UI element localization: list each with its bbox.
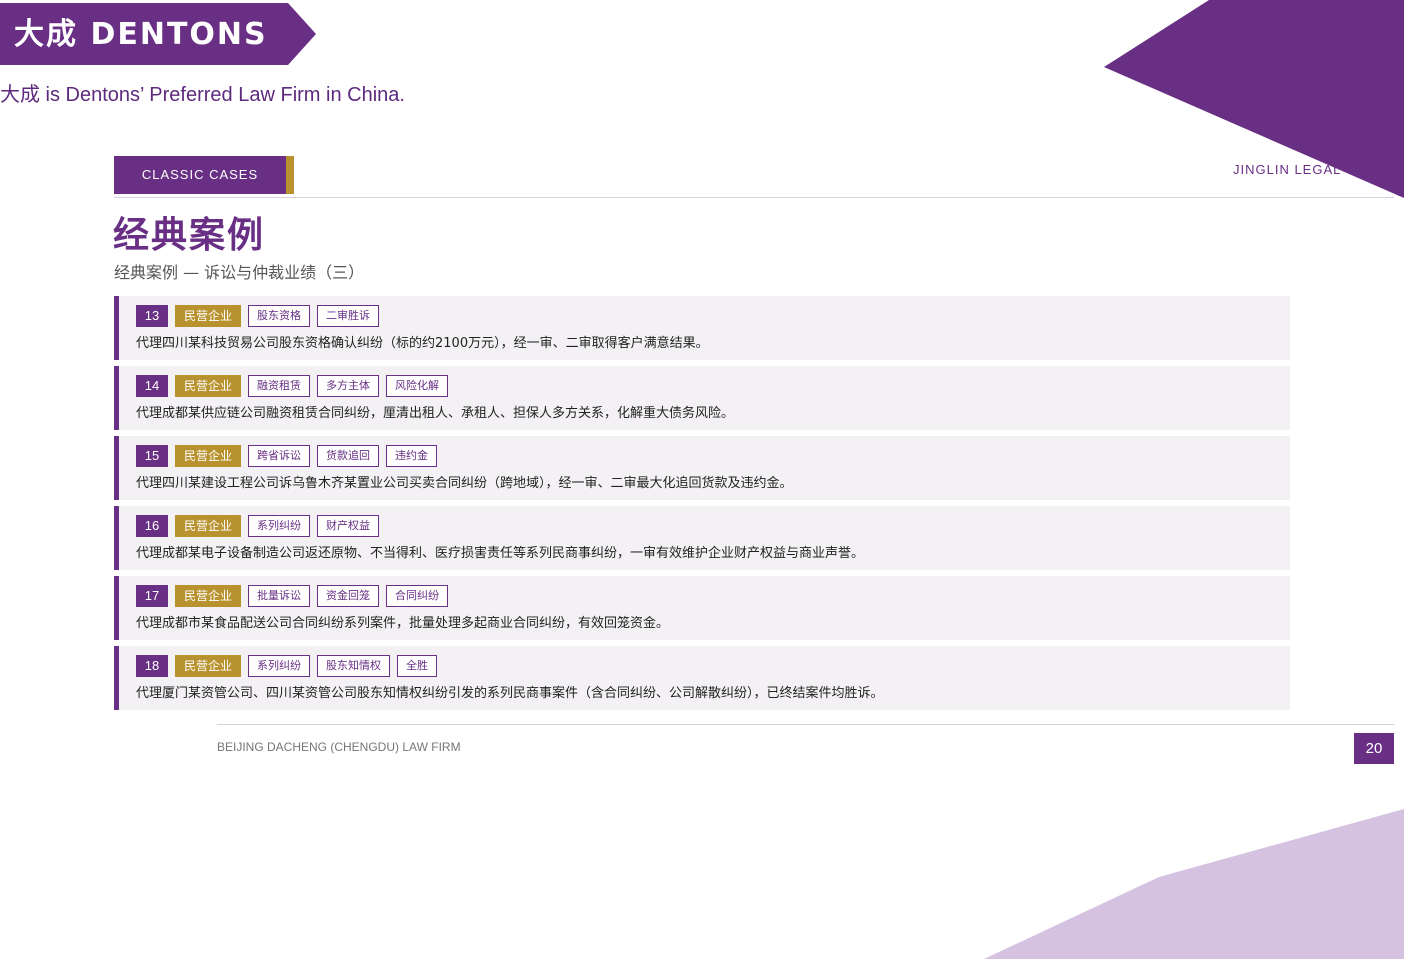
case-tag: 全胜	[397, 655, 438, 677]
case-description: 代理厦门某资管公司、四川某资管公司股东知情权纠纷引发的系列民商事案件（含合同纠纷…	[136, 686, 884, 701]
case-item: 13 民营企业 股东资格 二审胜诉 代理四川某科技贸易公司股东资格确认纠纷（标的…	[114, 296, 1290, 360]
case-number: 14	[136, 375, 168, 397]
case-item: 17 民营企业 批量诉讼 资金回笼 合同纠纷 代理成都市某食品配送公司合同纠纷系…	[114, 576, 1290, 640]
case-tag: 系列纠纷	[248, 515, 311, 537]
case-tag: 货款追回	[317, 445, 380, 467]
page-subtitle: 经典案例 — 诉讼与仲裁业绩（三）	[114, 263, 365, 282]
category-tag: 民营企业	[175, 585, 242, 607]
case-item: 16 民营企业 系列纠纷 财产权益 代理成都某电子设备制造公司返还原物、不当得利…	[114, 506, 1290, 570]
case-tags: 14 民营企业 融资租赁 多方主体 风险化解	[136, 375, 449, 397]
case-list: 13 民营企业 股东资格 二审胜诉 代理四川某科技贸易公司股东资格确认纠纷（标的…	[114, 296, 1290, 716]
page-number: 20	[1354, 733, 1394, 764]
category-tag: 民营企业	[175, 445, 242, 467]
category-tag: 民营企业	[175, 515, 242, 537]
case-number: 18	[136, 655, 168, 677]
case-item: 18 民营企业 系列纠纷 股东知情权 全胜 代理厦门某资管公司、四川某资管公司股…	[114, 646, 1290, 710]
case-tags: 13 民营企业 股东资格 二审胜诉	[136, 305, 380, 327]
case-tags: 17 民营企业 批量诉讼 资金回笼 合同纠纷	[136, 585, 449, 607]
section-badge-accent	[286, 156, 294, 194]
case-tag: 批量诉讼	[248, 585, 311, 607]
case-description: 代理四川某建设工程公司诉乌鲁木齐某置业公司买卖合同纠纷（跨地域），经一审、二审最…	[136, 476, 793, 491]
case-number: 17	[136, 585, 168, 607]
header-divider	[114, 197, 1394, 198]
case-tag: 资金回笼	[317, 585, 380, 607]
case-description: 代理成都某供应链公司融资租赁合同纠纷，厘清出租人、承租人、担保人多方关系，化解重…	[136, 406, 735, 421]
case-tag: 融资租赁	[248, 375, 311, 397]
case-tag: 股东知情权	[317, 655, 391, 677]
case-number: 16	[136, 515, 168, 537]
category-tag: 民营企业	[175, 305, 242, 327]
team-label: JINGLIN LEGAL TEAM	[1233, 162, 1386, 177]
slide: 大成 DENTONS 大成 is Dentons’ Preferred Law …	[0, 0, 1404, 959]
case-tag: 系列纠纷	[248, 655, 311, 677]
case-tag: 违约金	[386, 445, 438, 467]
case-number: 13	[136, 305, 168, 327]
tagline: 大成 is Dentons’ Preferred Law Firm in Chi…	[0, 84, 405, 106]
case-description: 代理成都某电子设备制造公司返还原物、不当得利、医疗损害责任等系列民商事纠纷，一审…	[136, 546, 865, 561]
case-item: 14 民营企业 融资租赁 多方主体 风险化解 代理成都某供应链公司融资租赁合同纠…	[114, 366, 1290, 430]
category-tag: 民营企业	[175, 375, 242, 397]
case-tags: 16 民营企业 系列纠纷 财产权益	[136, 515, 380, 537]
case-item: 15 民营企业 跨省诉讼 货款追回 违约金 代理四川某建设工程公司诉乌鲁木齐某置…	[114, 436, 1290, 500]
bottom-wave-decoration	[984, 809, 1404, 959]
case-tag: 合同纠纷	[386, 585, 449, 607]
case-tag: 股东资格	[248, 305, 311, 327]
case-description: 代理四川某科技贸易公司股东资格确认纠纷（标的约2100万元），经一审、二审取得客…	[136, 336, 709, 351]
case-tag: 跨省诉讼	[248, 445, 311, 467]
dentons-logo: 大成 DENTONS	[0, 3, 316, 65]
footer-firm-name: BEIJING DACHENG (CHENGDU) LAW FIRM	[217, 740, 461, 754]
page-title: 经典案例	[113, 215, 266, 256]
case-tag: 多方主体	[317, 375, 380, 397]
section-badge: CLASSIC CASES	[114, 156, 286, 194]
case-tags: 18 民营企业 系列纠纷 股东知情权 全胜	[136, 655, 438, 677]
case-description: 代理成都市某食品配送公司合同纠纷系列案件，批量处理多起商业合同纠纷，有效回笼资金…	[136, 616, 670, 631]
case-tags: 15 民营企业 跨省诉讼 货款追回 违约金	[136, 445, 438, 467]
case-tag: 财产权益	[317, 515, 380, 537]
case-tag: 风险化解	[386, 375, 449, 397]
logo-text: 大成 DENTONS	[14, 17, 268, 52]
footer-divider	[217, 724, 1394, 725]
category-tag: 民营企业	[175, 655, 242, 677]
case-number: 15	[136, 445, 168, 467]
case-tag: 二审胜诉	[317, 305, 380, 327]
